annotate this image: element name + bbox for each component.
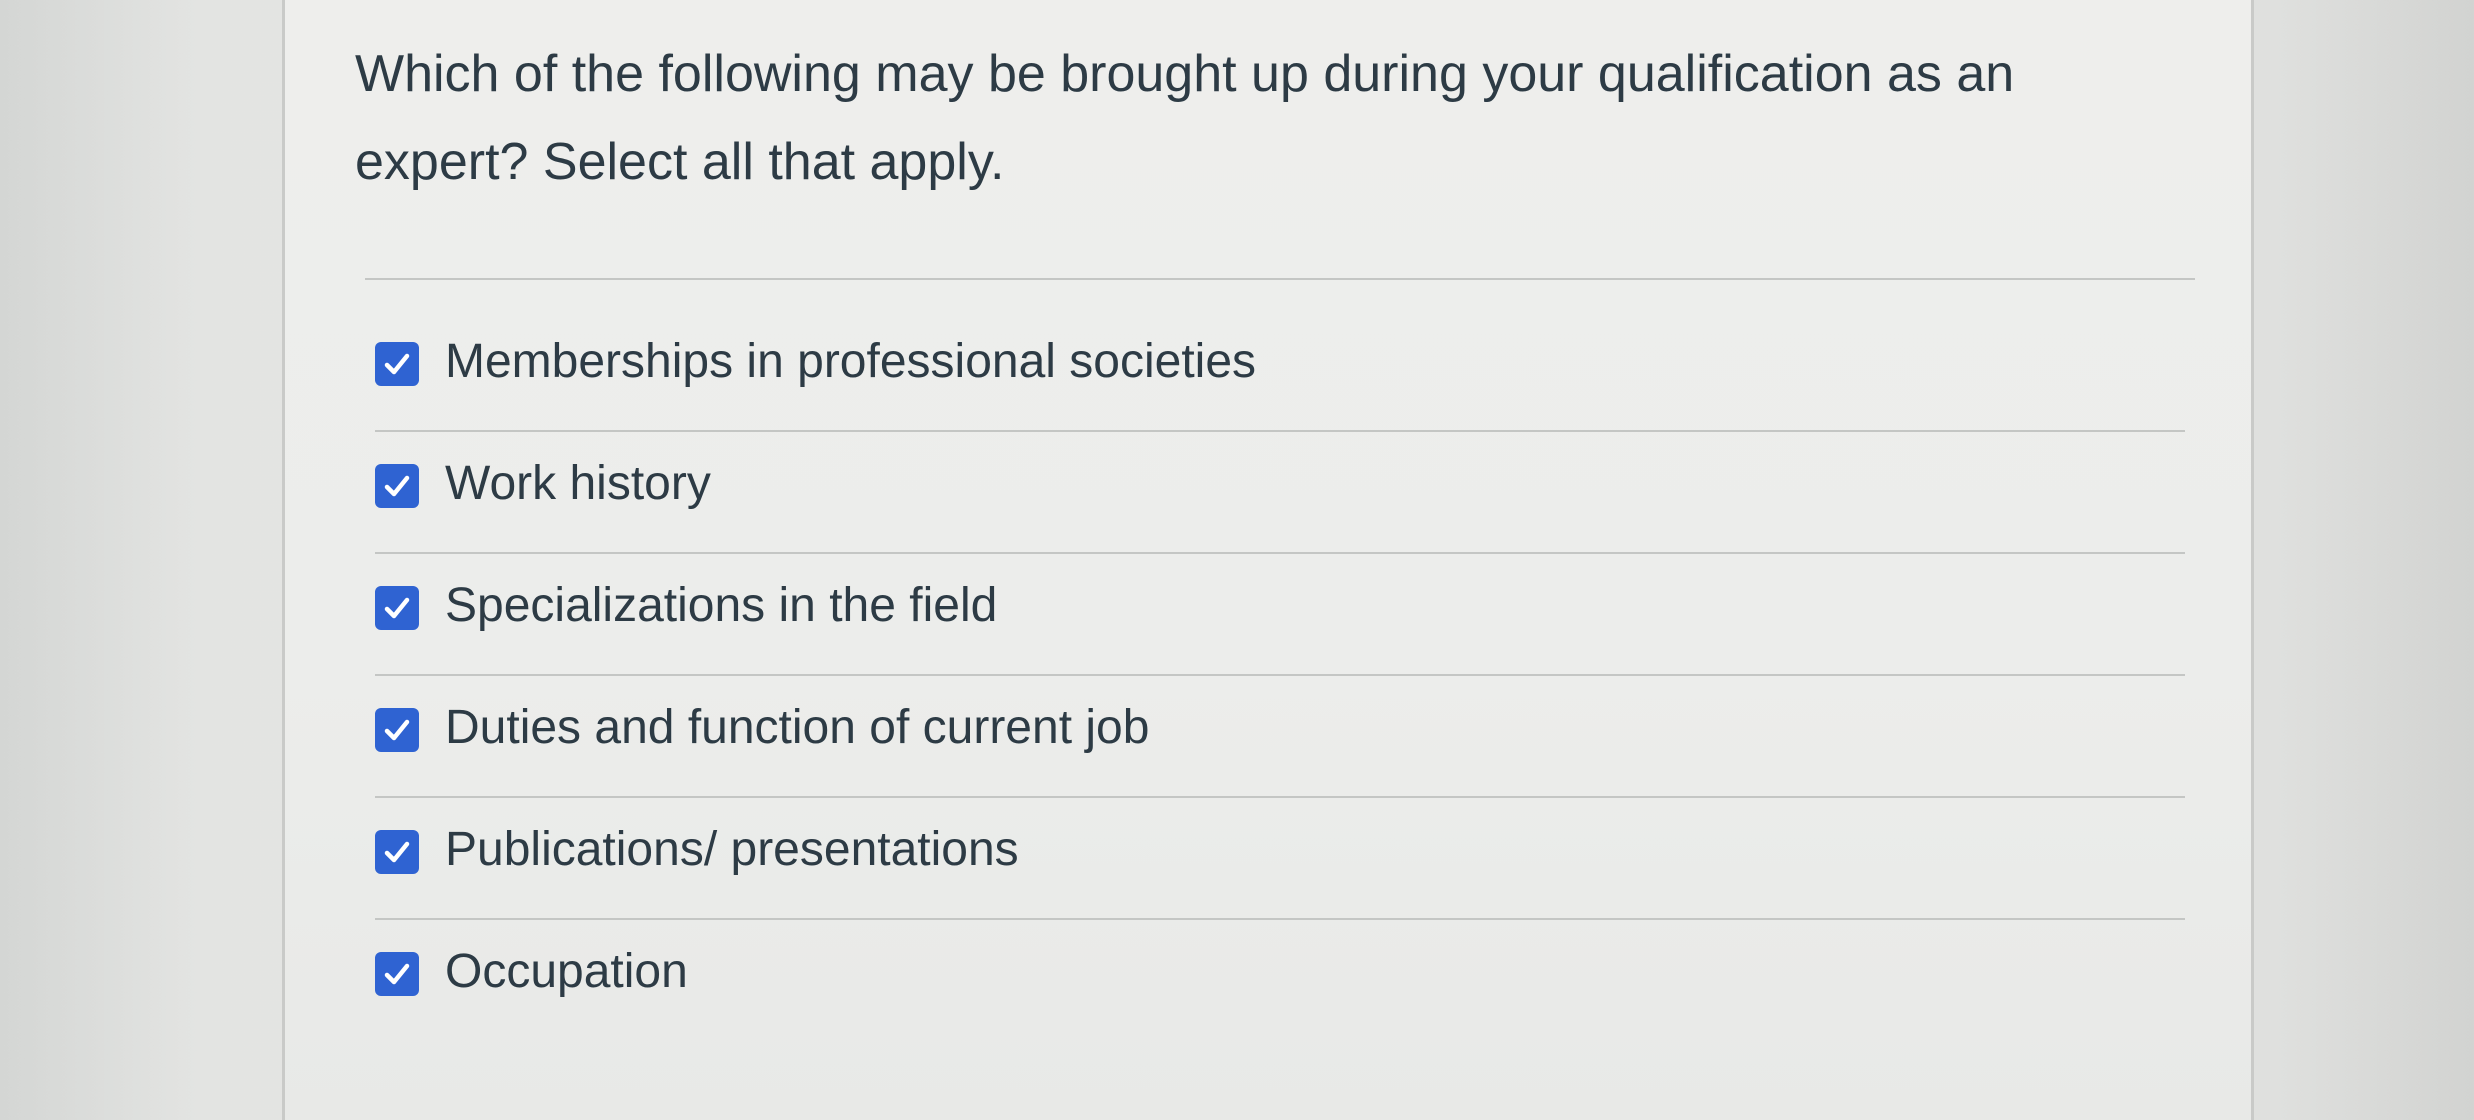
answer-option-occupation[interactable]: Occupation [375, 920, 2185, 1042]
answer-label[interactable]: Memberships in professional societies [445, 330, 1256, 394]
checkmark-icon [384, 597, 410, 619]
answer-label[interactable]: Occupation [445, 940, 688, 1004]
divider [365, 278, 2195, 280]
checkmark-icon [384, 963, 410, 985]
answer-option-publications[interactable]: Publications/ presentations [375, 798, 2185, 920]
checkbox-checked[interactable] [375, 464, 419, 508]
checkmark-icon [384, 841, 410, 863]
answer-list: Memberships in professional societies Wo… [375, 310, 2185, 1042]
checkmark-icon [384, 719, 410, 741]
checkbox-checked[interactable] [375, 342, 419, 386]
checkbox-checked[interactable] [375, 952, 419, 996]
checkbox-checked[interactable] [375, 586, 419, 630]
question-text: Which of the following may be brought up… [355, 45, 2015, 191]
answer-label[interactable]: Specializations in the field [445, 574, 997, 638]
answer-option-memberships[interactable]: Memberships in professional societies [375, 310, 2185, 432]
answer-label[interactable]: Duties and function of current job [445, 696, 1149, 760]
checkmark-icon [384, 353, 410, 375]
checkbox-checked[interactable] [375, 830, 419, 874]
question-card: Which of the following may be brought up… [282, 0, 2254, 1120]
answer-label[interactable]: Work history [445, 452, 711, 516]
answer-option-work-history[interactable]: Work history [375, 432, 2185, 554]
checkmark-icon [384, 475, 410, 497]
answer-label[interactable]: Publications/ presentations [445, 818, 1019, 882]
checkbox-checked[interactable] [375, 708, 419, 752]
answer-option-specializations[interactable]: Specializations in the field [375, 554, 2185, 676]
answer-option-duties[interactable]: Duties and function of current job [375, 676, 2185, 798]
